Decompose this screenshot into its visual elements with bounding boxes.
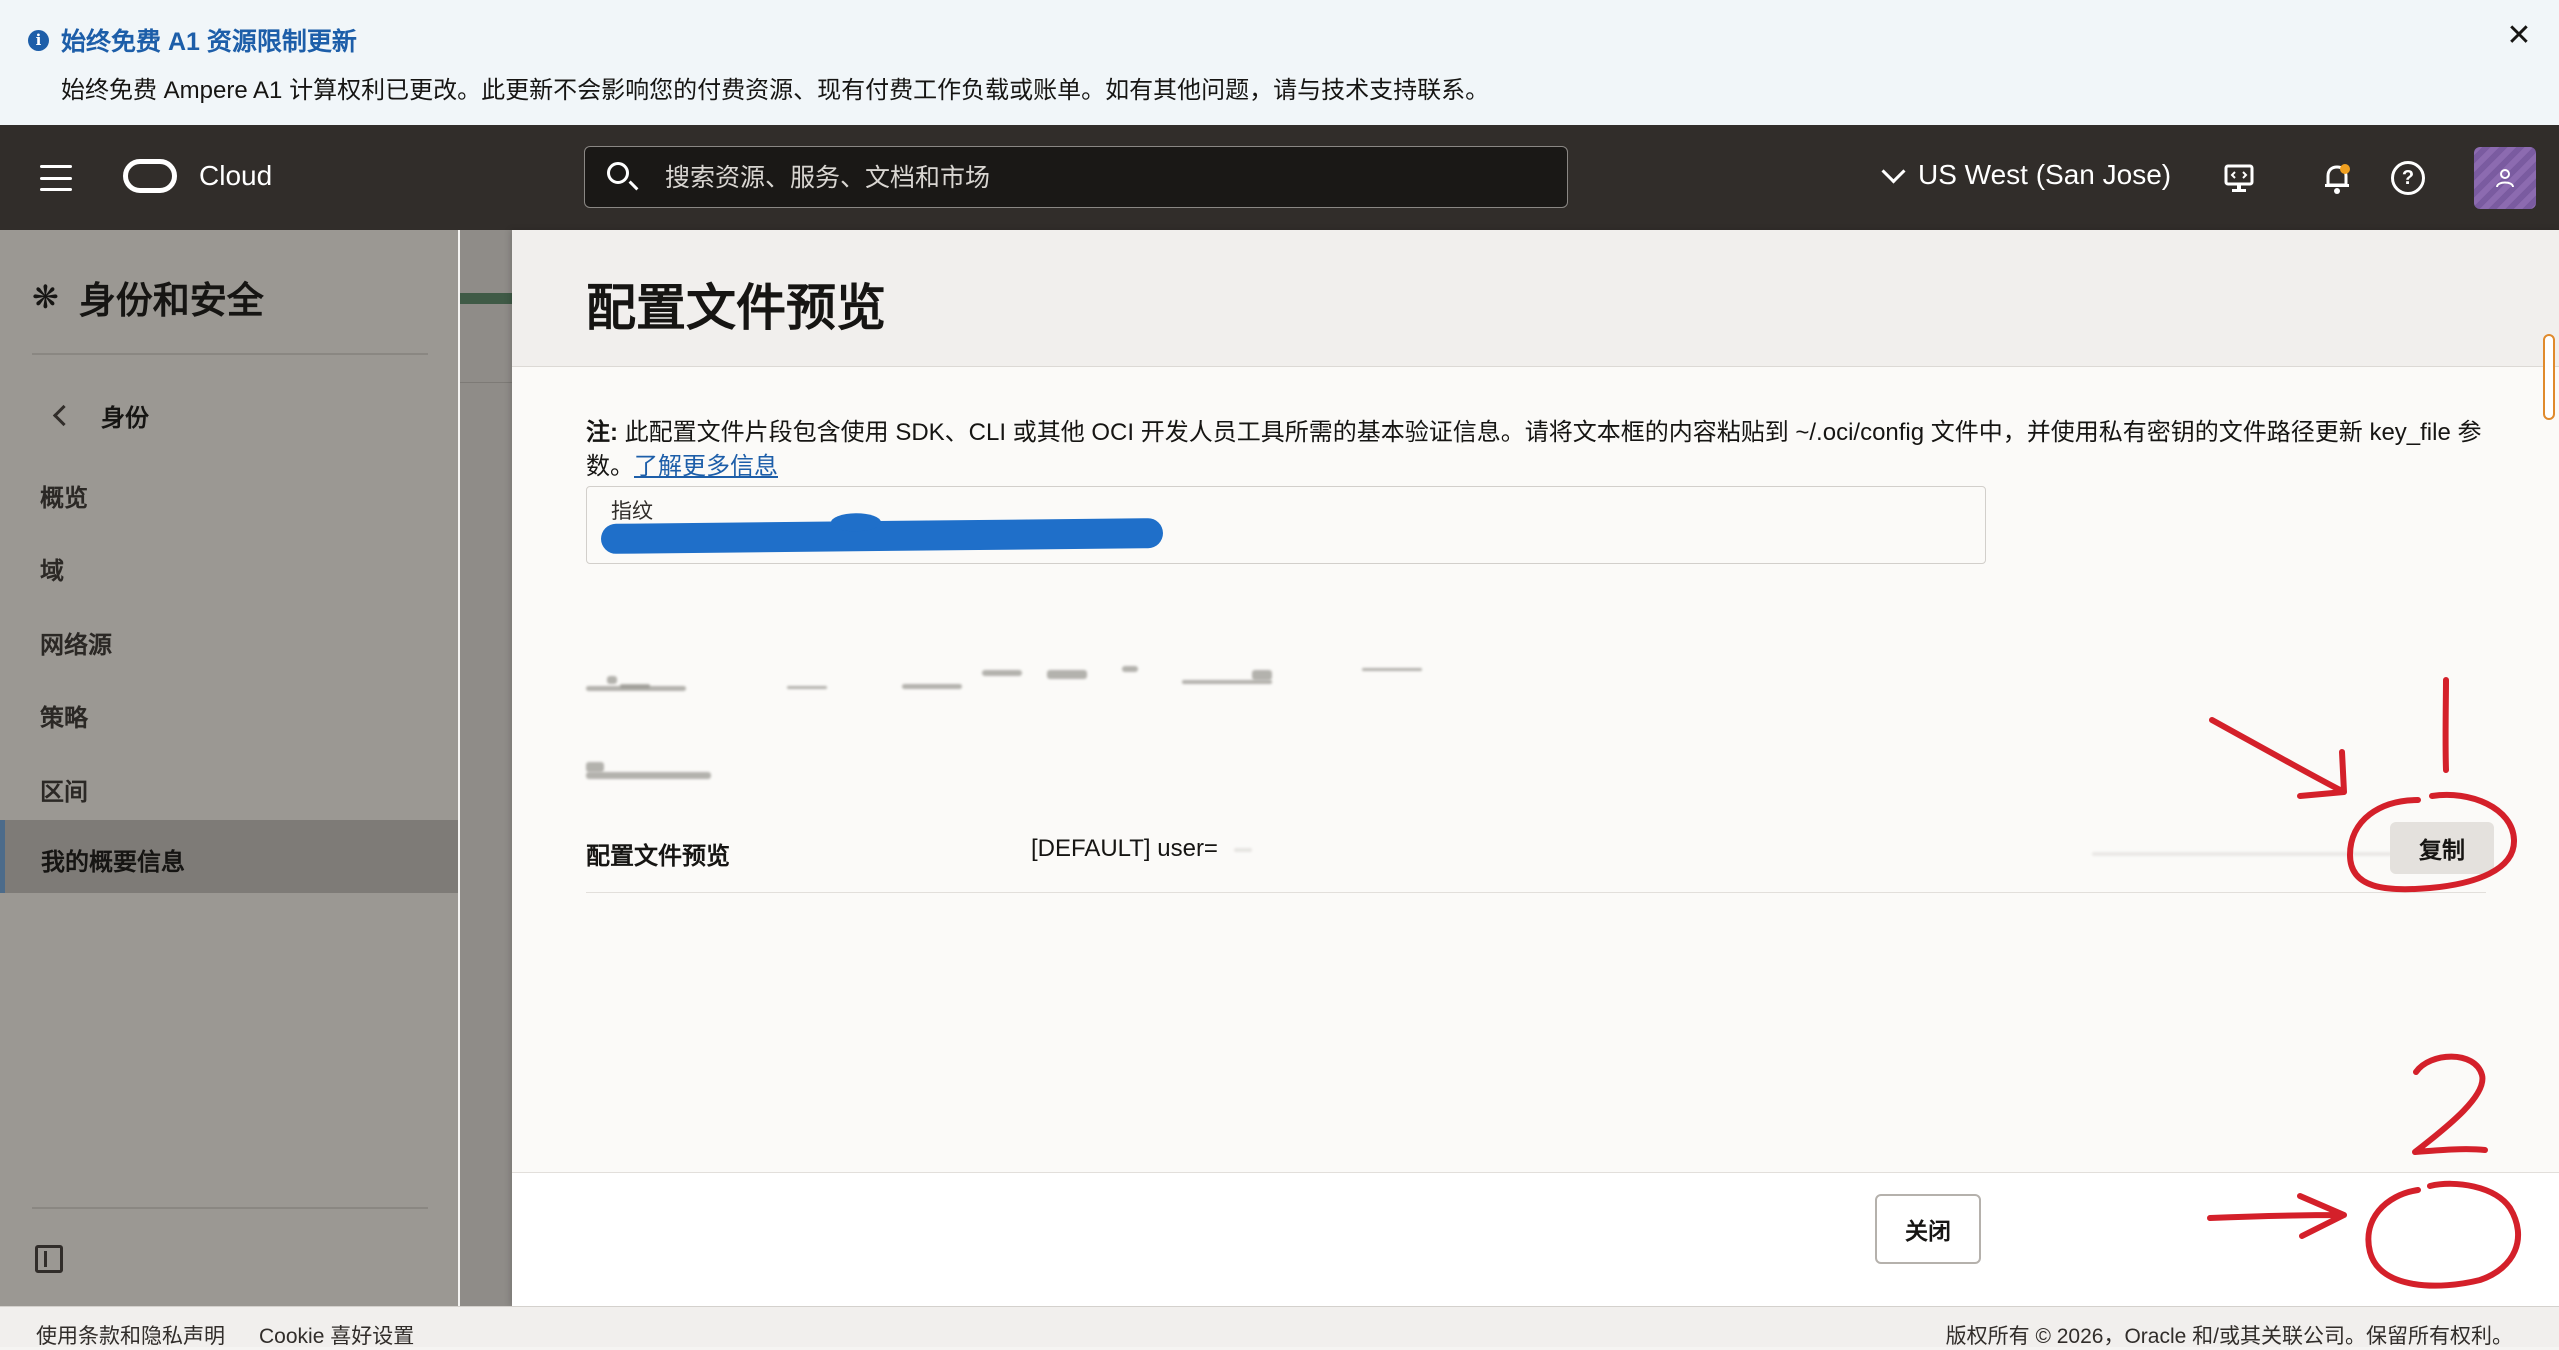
sidebar-item-my-profile[interactable]: 我的概要信息 (0, 820, 458, 893)
fingerprint-field: 指纹 (586, 486, 1986, 564)
banner-title: i 始终免费 A1 资源限制更新 (28, 22, 357, 58)
fingerprint-label: 指纹 (611, 495, 653, 525)
sidebar-title: ❋ 身份和安全 (32, 270, 264, 324)
sidebar-item-overview[interactable]: 概览 (40, 478, 88, 513)
sidebar: ❋ 身份和安全 身份 概览 域 网络源 策略 区间 我的概要信息 (0, 230, 458, 1306)
divider (32, 353, 428, 355)
sidebar-item-label: 我的概要信息 (41, 842, 185, 877)
config-preview-panel: 配置文件预览 注: 此配置文件片段包含使用 SDK、CLI 或其他 OCI 开发… (512, 230, 2559, 1306)
note-text: 注: 此配置文件片段包含使用 SDK、CLI 或其他 OCI 开发人员工具所需的… (586, 416, 2506, 484)
search-icon (607, 162, 629, 184)
identity-security-icon: ❋ (32, 278, 59, 316)
sidebar-back-link[interactable]: 身份 (56, 398, 149, 433)
sidebar-item-network-sources[interactable]: 网络源 (40, 625, 112, 660)
developer-tools-icon[interactable] (2222, 161, 2256, 195)
menu-icon[interactable] (40, 165, 72, 191)
bell-icon[interactable] (2320, 161, 2354, 195)
scrollbar[interactable] (2543, 334, 2555, 420)
sidebar-item-domains[interactable]: 域 (40, 551, 64, 586)
close-button[interactable]: 关闭 (1875, 1194, 1981, 1264)
redaction-mark (601, 518, 1163, 554)
config-row-label: 配置文件预览 (586, 836, 730, 871)
note-body: 此配置文件片段包含使用 SDK、CLI 或其他 OCI 开发人员工具所需的基本验… (586, 419, 2482, 480)
help-icon[interactable]: ? (2391, 161, 2425, 195)
sidebar-title-text: 身份和安全 (79, 270, 264, 324)
sidebar-item-compartments[interactable]: 区间 (40, 772, 88, 807)
sidebar-back-label: 身份 (101, 398, 149, 433)
sidebar-item-policies[interactable]: 策略 (40, 698, 88, 733)
row-divider (586, 892, 2486, 893)
user-icon (2494, 167, 2516, 189)
copy-button[interactable]: 复制 (2390, 822, 2494, 874)
search-bar[interactable] (584, 146, 1568, 208)
background-page (460, 230, 512, 1306)
search-input[interactable] (663, 155, 1547, 201)
region-label: US West (San Jose) (1918, 159, 2171, 191)
learn-more-link[interactable]: 了解更多信息 (634, 453, 778, 480)
avatar[interactable] (2474, 147, 2536, 209)
divider (32, 1207, 428, 1209)
note-label: 注: (586, 419, 618, 446)
panel-header: 配置文件预览 (512, 230, 2559, 367)
banner-message: 始终免费 Ampere A1 计算权利已更改。此更新不会影响您的付费资源、现有付… (61, 70, 1489, 105)
oracle-logo-icon[interactable] (123, 159, 177, 193)
config-row-value: [DEFAULT] user= (1031, 835, 1218, 863)
banner-title-text: 始终免费 A1 资源限制更新 (61, 22, 357, 58)
info-icon: i (28, 30, 49, 51)
logo-text[interactable]: Cloud (199, 160, 272, 192)
panel-footer (512, 1172, 2559, 1307)
announcement-banner: i 始终免费 A1 资源限制更新 始终免费 Ampere A1 计算权利已更改。… (0, 0, 2559, 125)
panel-title: 配置文件预览 (586, 268, 886, 340)
chevron-left-icon (53, 405, 74, 426)
close-icon[interactable]: ✕ (2501, 18, 2537, 54)
page-footer: 使用条款和隐私声明 Cookie 喜好设置 版权所有 © 2026，Oracle… (0, 1306, 2559, 1347)
chevron-down-icon (1881, 159, 1905, 183)
collapse-sidebar-icon[interactable] (35, 1245, 63, 1273)
top-navigation-bar: Cloud US West (San Jose) ? (0, 125, 2559, 230)
region-selector[interactable]: US West (San Jose) (1885, 159, 2171, 191)
